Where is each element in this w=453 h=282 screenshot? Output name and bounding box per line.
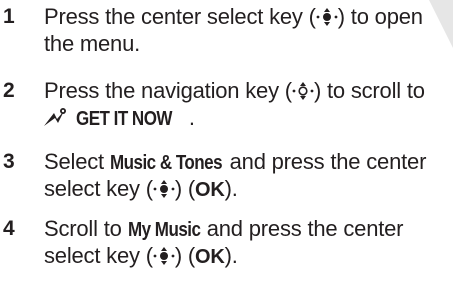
step-text: . bbox=[188, 105, 195, 130]
step-text: ) ( bbox=[174, 243, 196, 268]
step-text: select key ( bbox=[44, 243, 153, 268]
center-select-key-icon bbox=[153, 245, 175, 272]
get-it-now-icon bbox=[44, 106, 68, 133]
step-text: Press the navigation key ( bbox=[44, 78, 292, 103]
step-text-line: Scroll to My Music and press the center bbox=[44, 215, 453, 244]
step-text-line: Press the navigation key ( ) to scroll to bbox=[44, 77, 453, 107]
step-number: 2 bbox=[3, 79, 15, 102]
step-text: Scroll to bbox=[44, 216, 128, 241]
step-text: Press the center select key ( bbox=[44, 4, 316, 29]
step-text-line: GET IT NOW. bbox=[44, 104, 453, 133]
step-text: ) ( bbox=[174, 176, 196, 201]
step-number: 3 bbox=[3, 150, 15, 173]
step-text-line: the menu. bbox=[44, 31, 141, 56]
step-text: ). bbox=[224, 243, 238, 268]
menu-item-get-it-now: GET IT NOW bbox=[76, 108, 172, 130]
step-text-line: select key ( ) (OK). bbox=[44, 175, 453, 205]
step-number: 4 bbox=[3, 217, 15, 240]
step-text: and press the center bbox=[200, 216, 404, 241]
softkey-ok: OK bbox=[195, 179, 225, 201]
softkey-ok: OK bbox=[195, 246, 225, 268]
step-text: ). bbox=[224, 176, 238, 201]
navigation-key-icon bbox=[292, 80, 314, 107]
menu-item-music-tones: Music & Tones bbox=[109, 152, 223, 174]
step-text: select key ( bbox=[44, 176, 153, 201]
center-select-key-icon bbox=[316, 6, 338, 33]
step-text: and press the center bbox=[223, 149, 427, 174]
step-text-line: select key ( ) (OK). bbox=[44, 242, 453, 272]
step-text-line: Select Music & Tones and press the cente… bbox=[44, 148, 453, 177]
step-text-line: Press the center select key ( ) to open bbox=[44, 3, 453, 33]
step-text: ) to scroll to bbox=[313, 78, 425, 103]
step-text: Select bbox=[44, 149, 110, 174]
step-number: 1 bbox=[3, 5, 15, 28]
menu-item-my-music: My Music bbox=[127, 219, 201, 241]
center-select-key-icon bbox=[153, 178, 175, 205]
step-text: ) to open bbox=[337, 4, 423, 29]
